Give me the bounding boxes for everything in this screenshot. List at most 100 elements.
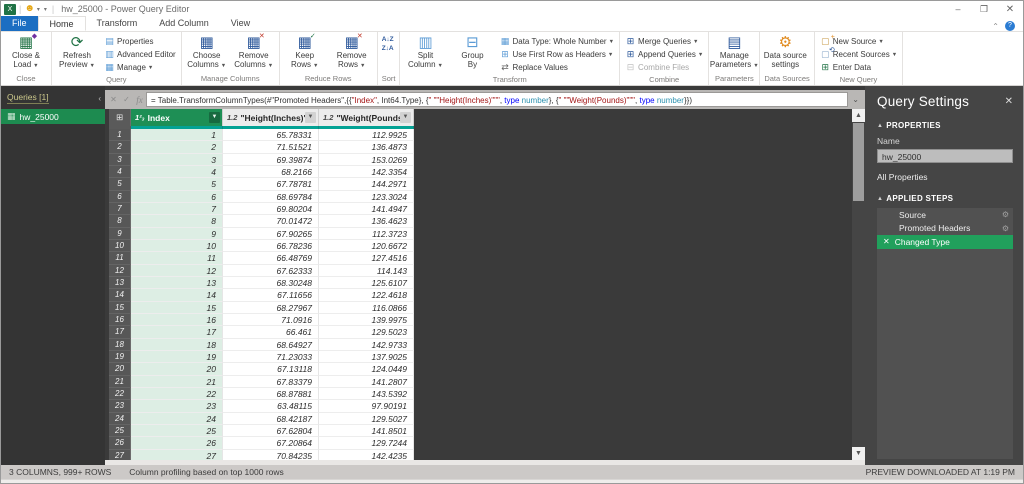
row-number[interactable]: 14	[109, 289, 131, 301]
row-number[interactable]: 12	[109, 265, 131, 277]
cell-weight[interactable]: 124.0449	[319, 363, 414, 375]
cell-index[interactable]: 16	[131, 314, 223, 326]
column-type-icon[interactable]: 1²₃	[135, 113, 145, 122]
row-number[interactable]: 8	[109, 215, 131, 227]
row-number[interactable]: 2	[109, 141, 131, 153]
advanced-editor-button[interactable]: ▥Advanced Editor	[101, 48, 179, 61]
step-settings-gear-icon[interactable]: ⚙	[1002, 224, 1009, 233]
cell-index[interactable]: 17	[131, 326, 223, 338]
group-by-button[interactable]: ⊟GroupBy	[449, 33, 495, 74]
cell-height[interactable]: 68.27967	[223, 302, 319, 314]
cell-height[interactable]: 67.62804	[223, 425, 319, 437]
cell-index[interactable]: 6	[131, 191, 223, 203]
scrollbar-thumb[interactable]	[853, 123, 864, 201]
cell-index[interactable]: 23	[131, 400, 223, 412]
cell-height[interactable]: 67.62333	[223, 265, 319, 277]
cell-weight[interactable]: 142.3354	[319, 166, 414, 178]
cell-index[interactable]: 19	[131, 351, 223, 363]
recent-sources-button[interactable]: ▢⟲Recent Sources▼	[817, 48, 900, 61]
row-number[interactable]: 27	[109, 450, 131, 460]
close-load-button[interactable]: ▦◆Close &Load▼	[3, 33, 49, 73]
applied-steps-section-header[interactable]: ▲ APPLIED STEPS	[865, 194, 1023, 203]
append-queries-button[interactable]: ⊞Append Queries▼	[622, 48, 706, 61]
collapse-ribbon-icon[interactable]: ⌃	[992, 22, 999, 31]
horizontal-scrollbar[interactable]	[105, 460, 865, 465]
row-number[interactable]: 13	[109, 277, 131, 289]
row-number[interactable]: 19	[109, 351, 131, 363]
filter-dropdown-icon[interactable]: ▼	[305, 112, 316, 123]
row-number[interactable]: 3	[109, 154, 131, 166]
maximize-button[interactable]: ❐	[971, 2, 997, 17]
row-number[interactable]: 7	[109, 203, 131, 215]
applied-step-changed-type[interactable]: ✕Changed Type	[877, 235, 1013, 249]
formula-input[interactable]: = Table.TransformColumnTypes(#"Promoted …	[146, 92, 848, 107]
tab-home[interactable]: Home	[38, 16, 86, 31]
cell-weight[interactable]: 129.5023	[319, 326, 414, 338]
tab-view[interactable]: View	[220, 16, 261, 31]
cell-height[interactable]: 67.78781	[223, 178, 319, 190]
row-number[interactable]: 23	[109, 400, 131, 412]
cell-height[interactable]: 66.48769	[223, 252, 319, 264]
replace-values-button[interactable]: ⇄Replace Values	[496, 61, 617, 74]
row-number[interactable]: 24	[109, 413, 131, 425]
row-number[interactable]: 16	[109, 314, 131, 326]
cell-index[interactable]: 22	[131, 388, 223, 400]
scroll-down-icon[interactable]: ▼	[852, 447, 865, 460]
manage-button[interactable]: ▦Manage▼	[101, 61, 179, 74]
choose-columns-button[interactable]: ▦ChooseColumns▼	[184, 33, 230, 73]
tab-file[interactable]: File	[1, 16, 38, 31]
cell-height[interactable]: 67.20864	[223, 437, 319, 449]
cell-height[interactable]: 68.42187	[223, 413, 319, 425]
cell-weight[interactable]: 142.9733	[319, 339, 414, 351]
cell-weight[interactable]: 137.9025	[319, 351, 414, 363]
cell-weight[interactable]: 112.9925	[319, 129, 414, 141]
cell-index[interactable]: 18	[131, 339, 223, 351]
cell-height[interactable]: 68.87881	[223, 388, 319, 400]
properties-section-header[interactable]: ▲ PROPERTIES	[865, 121, 1023, 130]
vertical-scrollbar[interactable]: ▲ ▼	[852, 109, 865, 460]
cell-height[interactable]: 69.80204	[223, 203, 319, 215]
all-properties-link[interactable]: All Properties	[865, 172, 1023, 182]
delete-step-icon[interactable]: ✕	[883, 237, 890, 246]
cell-weight[interactable]: 125.6107	[319, 277, 414, 289]
row-number[interactable]: 21	[109, 376, 131, 388]
cell-weight[interactable]: 129.5027	[319, 413, 414, 425]
cell-weight[interactable]: 112.3723	[319, 228, 414, 240]
filter-dropdown-icon[interactable]: ▼	[400, 112, 411, 123]
cell-weight[interactable]: 141.4947	[319, 203, 414, 215]
column-header-index[interactable]: 1²₃Index▼	[131, 109, 223, 126]
collapse-queries-pane-icon[interactable]: ‹	[98, 94, 101, 103]
cell-index[interactable]: 3	[131, 154, 223, 166]
profiling-status[interactable]: Column profiling based on top 1000 rows	[129, 467, 284, 477]
cell-index[interactable]: 9	[131, 228, 223, 240]
cell-weight[interactable]: 114.143	[319, 265, 414, 277]
cell-index[interactable]: 15	[131, 302, 223, 314]
row-number[interactable]: 26	[109, 437, 131, 449]
remove-rows-button[interactable]: ▦✕RemoveRows▼	[329, 33, 375, 73]
row-number[interactable]: 20	[109, 363, 131, 375]
cell-index[interactable]: 1	[131, 129, 223, 141]
cell-height[interactable]: 71.23033	[223, 351, 319, 363]
cell-index[interactable]: 13	[131, 277, 223, 289]
smiley-dropdown-icon[interactable]: ▾	[37, 6, 40, 13]
cell-index[interactable]: 2	[131, 141, 223, 153]
row-number[interactable]: 11	[109, 252, 131, 264]
merge-queries-button[interactable]: ⊞Merge Queries▼	[622, 35, 706, 48]
column-type-icon[interactable]: 1.2	[227, 113, 237, 122]
row-number[interactable]: 15	[109, 302, 131, 314]
cell-weight[interactable]: 136.4873	[319, 141, 414, 153]
row-number[interactable]: 4	[109, 166, 131, 178]
row-number[interactable]: 9	[109, 228, 131, 240]
commit-formula-icon[interactable]: ✓	[120, 95, 133, 104]
data-source-settings-button[interactable]: ⚙Data sourcesettings	[762, 33, 808, 73]
cell-weight[interactable]: 129.7244	[319, 437, 414, 449]
scroll-up-icon[interactable]: ▲	[852, 109, 865, 122]
sort-ascending-icon[interactable]: A↓Z	[382, 36, 394, 43]
row-number[interactable]: 18	[109, 339, 131, 351]
cell-index[interactable]: 20	[131, 363, 223, 375]
cell-weight[interactable]: 139.9975	[319, 314, 414, 326]
query-name-input[interactable]: hw_25000	[877, 149, 1013, 163]
applied-step-source[interactable]: Source⚙	[877, 208, 1013, 222]
cell-height[interactable]: 66.461	[223, 326, 319, 338]
close-button[interactable]: ✕	[997, 2, 1023, 17]
